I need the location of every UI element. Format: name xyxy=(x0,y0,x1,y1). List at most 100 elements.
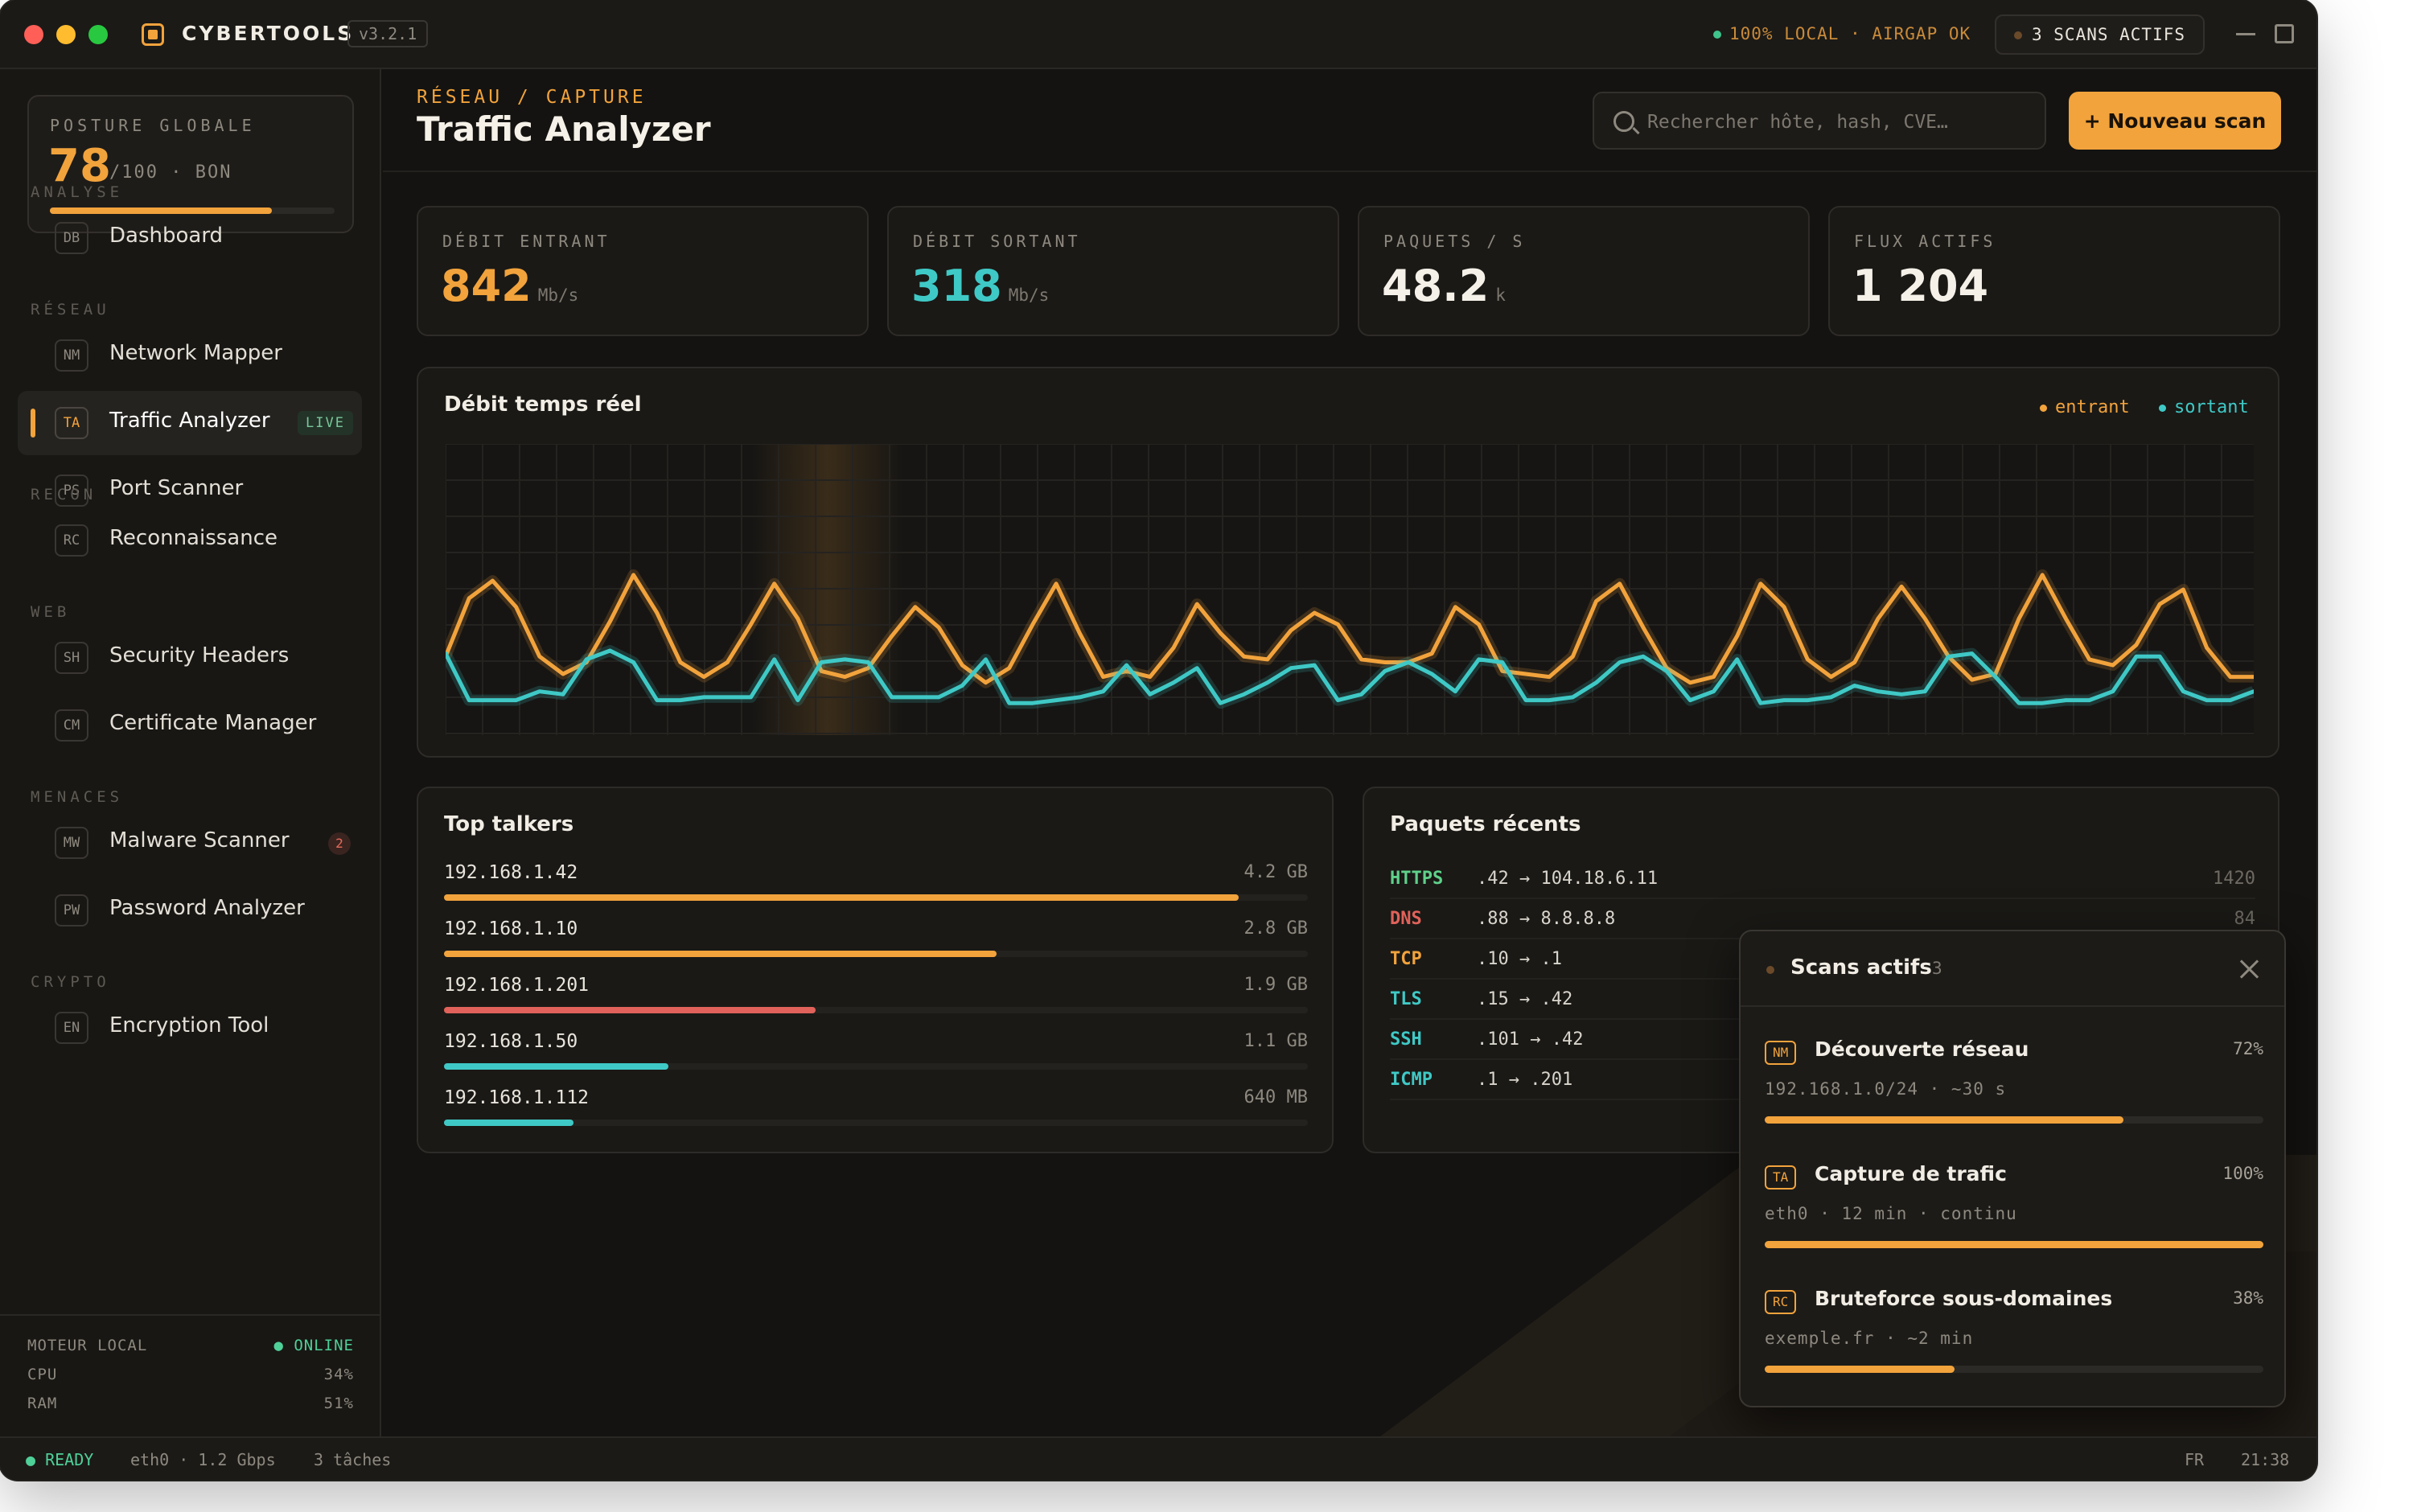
talker-volume: 640 MB xyxy=(1243,1087,1308,1107)
tool-code-badge: DB xyxy=(55,222,88,254)
local-status: 100% LOCAL · AIRGAP OK xyxy=(1713,24,1971,43)
close-window-button[interactable] xyxy=(24,25,43,44)
stat-label: PAQUETS / S xyxy=(1383,232,1526,251)
sidebar-item-traffic-analyzer[interactable]: TA Traffic Analyzer LIVE xyxy=(18,391,362,455)
tool-code-badge: CM xyxy=(55,709,88,742)
stat-unit: Mb/s xyxy=(537,286,579,305)
close-icon[interactable] xyxy=(2238,957,2262,981)
scan-meta: exemple.fr · ~2 min xyxy=(1765,1329,1974,1348)
sidebar-item-label: Encryption Tool xyxy=(109,1013,269,1037)
status-dot-icon xyxy=(1713,31,1721,39)
sidebar-item-malware-scanner[interactable]: MW Malware Scanner 2 xyxy=(18,811,362,875)
zoom-window-button[interactable] xyxy=(88,25,108,44)
scan-percent: 72% xyxy=(2233,1039,2263,1058)
scan-progress-track xyxy=(1765,1116,2263,1124)
clock: 21:38 xyxy=(2241,1450,2290,1469)
minimize-icon[interactable] xyxy=(2236,33,2255,35)
talker-bar-fill xyxy=(444,1120,574,1126)
sidebar-item-label: Password Analyzer xyxy=(109,896,305,920)
posture-label: POSTURE GLOBALE xyxy=(50,116,256,135)
sidebar-item-label: Traffic Analyzer xyxy=(109,409,270,433)
sidebar-item-network-mapper[interactable]: NM Network Mapper xyxy=(18,323,362,388)
version-badge: v3.2.1 xyxy=(347,20,429,47)
tool-code-badge: NM xyxy=(55,339,88,372)
scan-percent: 38% xyxy=(2233,1288,2263,1308)
interface-status: eth0 · 1.2 Gbps xyxy=(130,1450,276,1469)
scan-name: Découverte réseau xyxy=(1815,1037,2029,1061)
sidebar-item-encryption-tool[interactable]: EN Encryption Tool xyxy=(18,996,362,1060)
cpu-row: CPU 34% xyxy=(27,1366,354,1383)
popover-title: Scans actifs xyxy=(1790,955,1932,980)
scan-progress-fill xyxy=(1765,1366,1955,1373)
scan-item[interactable]: NM Découverte réseau 72% 192.168.1.0/24 · ~… xyxy=(1765,1036,2263,1157)
tool-code-badge: EN xyxy=(55,1012,88,1044)
tool-code-badge: SH xyxy=(55,642,88,674)
minimize-window-button[interactable] xyxy=(56,25,76,44)
stat-label: DÉBIT SORTANT xyxy=(913,232,1081,251)
sidebar-item-dashboard[interactable]: DB Dashboard xyxy=(18,206,362,270)
packet-size: 84 xyxy=(2234,909,2256,929)
talker-row[interactable]: 192.168.1.201 1.9 GB xyxy=(444,975,1308,1031)
scan-meta: 192.168.1.0/24 · ~30 s xyxy=(1765,1079,2007,1099)
ready-status: ● READY xyxy=(26,1450,94,1469)
packet-row[interactable]: HTTPS .42 → 104.18.6.11 1420 xyxy=(1390,859,2255,899)
talker-row[interactable]: 192.168.1.10 2.8 GB xyxy=(444,918,1308,975)
sidebar-item-security-headers[interactable]: SH Security Headers xyxy=(18,626,362,690)
talker-bar-track xyxy=(444,894,1308,901)
scan-progress-fill xyxy=(1765,1241,2263,1248)
local-status-text: 100% LOCAL · AIRGAP OK xyxy=(1729,24,1971,43)
talker-row[interactable]: 192.168.1.50 1.1 GB xyxy=(444,1031,1308,1087)
talker-bar-fill xyxy=(444,894,1239,901)
sidebar-item-label: Dashboard xyxy=(109,224,224,248)
tool-code-badge: TA xyxy=(55,407,88,439)
nav-section-label: WEB xyxy=(31,603,71,621)
scan-item[interactable]: TA Capture de trafic 100% eth0 · 12 min · c… xyxy=(1765,1161,2263,1281)
tasks-status[interactable]: 3 tâches xyxy=(314,1450,391,1469)
maximize-icon[interactable] xyxy=(2275,24,2294,43)
talker-bar-track xyxy=(444,1063,1308,1070)
engine-status: ● ONLINE xyxy=(273,1337,354,1354)
talker-volume: 2.8 GB xyxy=(1243,918,1308,939)
sidebar-item-certificate-manager[interactable]: CM Certificate Manager xyxy=(18,693,362,758)
throughput-line-chart xyxy=(446,444,2254,735)
packet-protocol: HTTPS xyxy=(1390,869,1444,889)
popover-count: 3 xyxy=(1932,959,1942,978)
nav-section-label: CRYPTO xyxy=(31,973,110,991)
packet-route: .88 → 8.8.8.8 xyxy=(1477,909,1616,929)
scan-tool-badge: TA xyxy=(1765,1165,1797,1189)
chart-title: Débit temps réel xyxy=(444,392,642,417)
app-window: CYBERTOOLS v3.2.1 100% LOCAL · AIRGAP OK… xyxy=(0,0,2316,1480)
scan-name: Capture de trafic xyxy=(1815,1162,2007,1185)
packet-route: .15 → .42 xyxy=(1477,989,1573,1009)
engine-label: MOTEUR LOCAL xyxy=(27,1337,148,1354)
search-box[interactable] xyxy=(1593,92,2046,150)
packet-route: .101 → .42 xyxy=(1477,1029,1584,1050)
talker-bar-track xyxy=(444,1007,1308,1013)
breadcrumb[interactable]: RÉSEAU / CAPTURE xyxy=(417,87,647,108)
sidebar-item-password-analyzer[interactable]: PW Password Analyzer xyxy=(18,878,362,943)
sidebar: POSTURE GLOBALE 78 /100 · BON ANALYSE DB D… xyxy=(0,69,381,1436)
stat-value: 48.2 k xyxy=(1382,261,1506,311)
scan-progress-track xyxy=(1765,1241,2263,1248)
talker-row[interactable]: 192.168.1.112 640 MB xyxy=(444,1087,1308,1144)
engine-row: MOTEUR LOCAL ● ONLINE xyxy=(27,1337,354,1354)
stat-card: FLUX ACTIFS 1 204 xyxy=(1828,206,2280,336)
ram-row: RAM 51% xyxy=(27,1395,354,1412)
engine-panel: MOTEUR LOCAL ● ONLINE CPU 34% RAM 51% xyxy=(0,1314,381,1436)
talker-row[interactable]: 192.168.1.42 4.2 GB xyxy=(444,862,1308,918)
search-input[interactable] xyxy=(1647,106,2033,138)
scan-item[interactable]: RC Bruteforce sous-domaines 38% exemple.fr … xyxy=(1765,1285,2263,1406)
talker-bar-track xyxy=(444,951,1308,957)
sidebar-item-reconnaissance[interactable]: RC Reconnaissance xyxy=(18,508,362,573)
alert-count-badge: 2 xyxy=(328,832,351,855)
legend-dot-icon xyxy=(2159,404,2166,412)
active-scans-pill[interactable]: 3 SCANS ACTIFS xyxy=(1995,14,2205,55)
talkers-title: Top talkers xyxy=(444,812,574,836)
new-scan-button[interactable]: + Nouveau scan xyxy=(2069,92,2281,150)
packet-route: .42 → 104.18.6.11 xyxy=(1477,869,1659,889)
title-bar: CYBERTOOLS v3.2.1 100% LOCAL · AIRGAP OK… xyxy=(0,0,2316,69)
language-indicator[interactable]: FR xyxy=(2185,1450,2204,1469)
scan-tool-badge: NM xyxy=(1765,1041,1797,1065)
packets-title: Paquets récents xyxy=(1390,812,1581,836)
posture-suffix: /100 · BON xyxy=(109,162,232,183)
